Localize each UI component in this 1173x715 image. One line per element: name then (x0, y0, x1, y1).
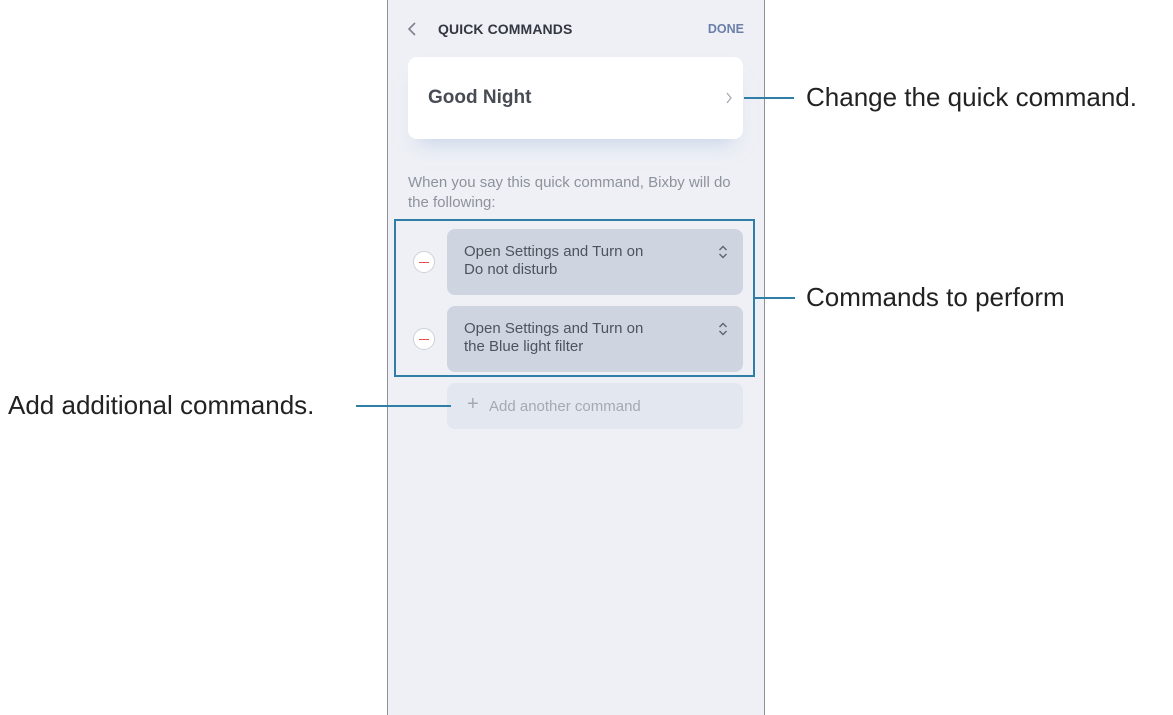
callout-add-commands: Add additional commands. (8, 390, 315, 420)
callout-line-add (356, 405, 451, 407)
chevron-left-icon (407, 22, 416, 36)
manual-figure: QUICK COMMANDS DONE Good Night When you … (0, 0, 1173, 715)
chevron-right-icon (726, 92, 732, 104)
callout-commands-to-perform: Commands to perform (806, 282, 1065, 312)
app-bar: QUICK COMMANDS DONE (388, 0, 764, 58)
add-another-command-button[interactable]: + Add another command (447, 383, 743, 429)
callout-change-command: Change the quick command. (806, 82, 1137, 112)
done-button[interactable]: DONE (708, 22, 744, 36)
quick-command-card[interactable]: Good Night (408, 57, 743, 139)
callout-line-change (744, 97, 794, 99)
page-title: QUICK COMMANDS (438, 21, 573, 37)
back-button[interactable] (402, 17, 422, 41)
add-command-label: Add another command (489, 398, 641, 415)
quick-command-name: Good Night (428, 87, 532, 108)
callout-line-commands (755, 297, 795, 299)
commands-highlight-box (394, 219, 755, 377)
plus-icon: + (467, 393, 479, 415)
description-text: When you say this quick command, Bixby w… (408, 174, 731, 211)
